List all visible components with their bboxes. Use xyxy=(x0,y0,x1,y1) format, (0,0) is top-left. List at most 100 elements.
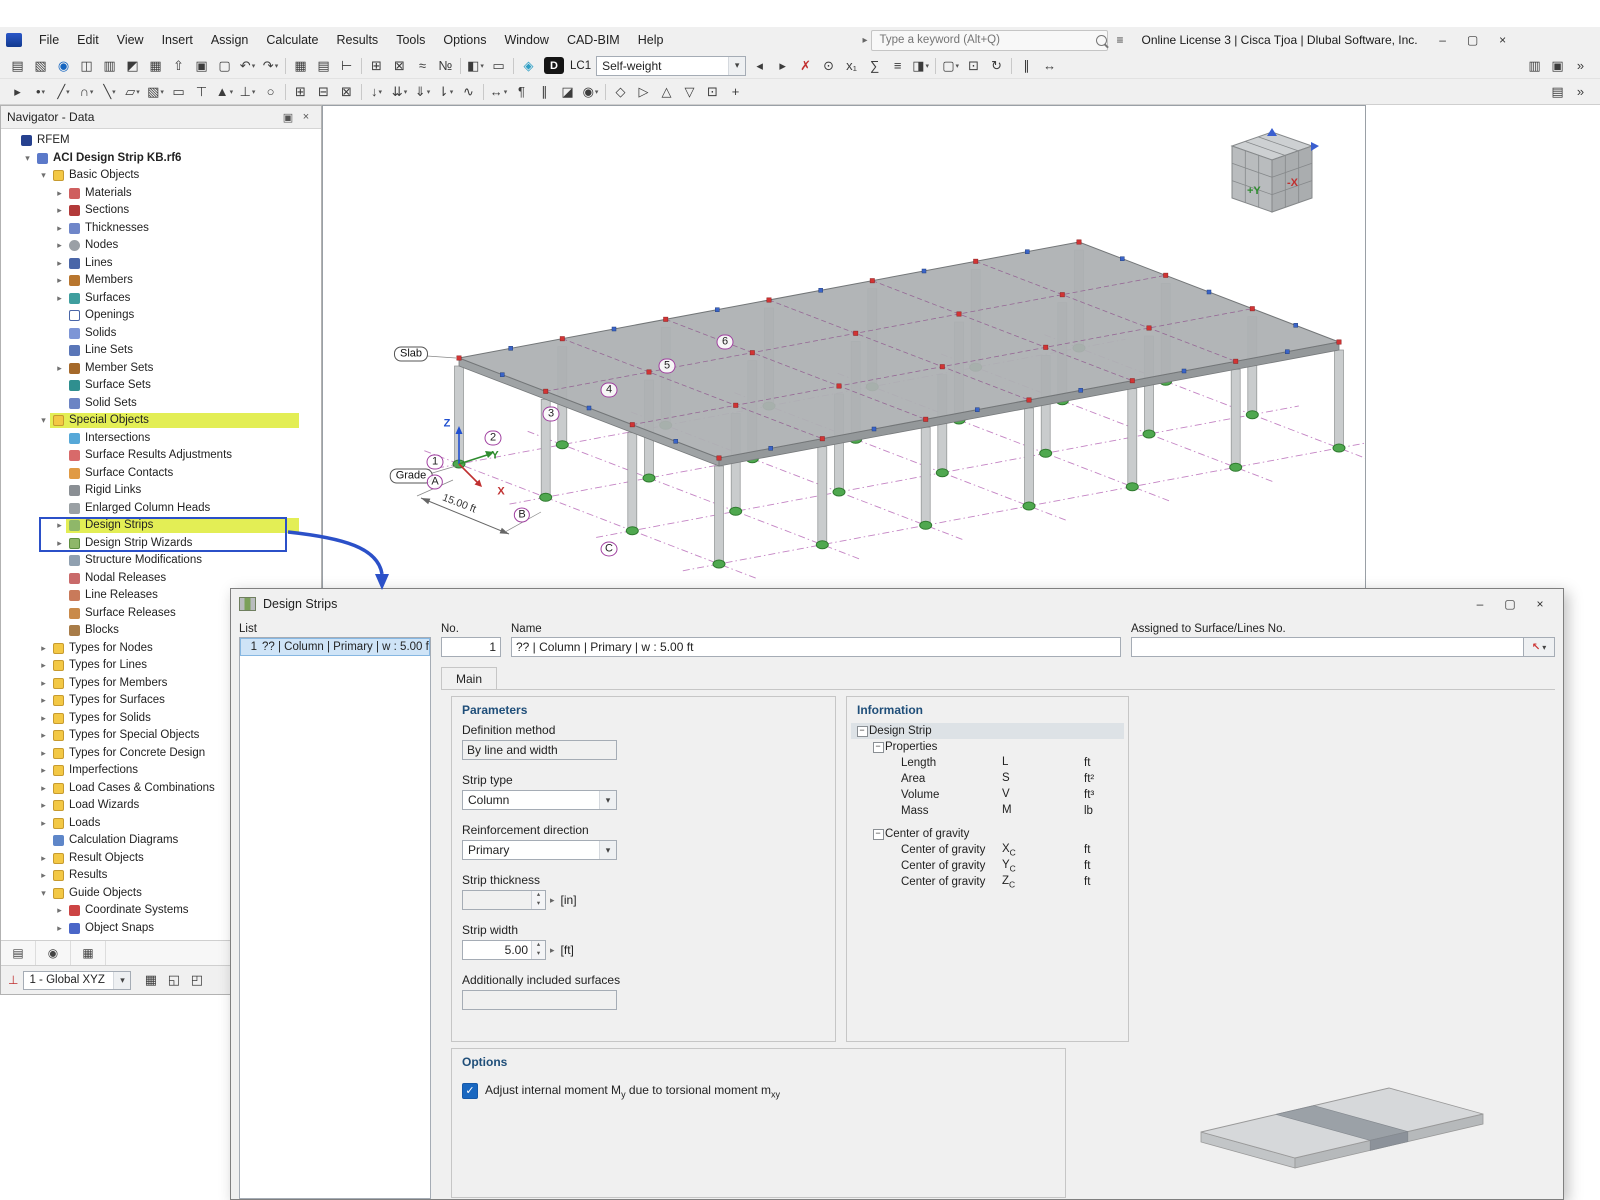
tree-item[interactable]: Surface Sets xyxy=(1,377,321,395)
expander-icon[interactable] xyxy=(37,412,50,430)
strip-type-select[interactable]: Column ▾ xyxy=(462,790,617,810)
select-pointer-icon[interactable]: ▸ xyxy=(6,81,29,103)
tree-item[interactable]: Nodal Releases xyxy=(1,570,321,588)
expander-icon[interactable] xyxy=(37,797,50,815)
nodal-support-icon[interactable]: ▲ xyxy=(213,81,236,103)
expander-icon[interactable] xyxy=(37,710,50,728)
isometric-view-icon[interactable]: ◇ xyxy=(609,81,632,103)
tree-item[interactable]: Nodes xyxy=(1,237,321,255)
expander-icon[interactable] xyxy=(53,290,66,308)
axis-label-y[interactable]: Y xyxy=(491,450,498,463)
tree-item-design-strips[interactable]: Design Strips xyxy=(1,517,321,535)
expander-icon[interactable] xyxy=(37,640,50,658)
undo-icon[interactable]: ↶ xyxy=(236,55,259,77)
expander-icon[interactable] xyxy=(37,867,50,885)
menu-item[interactable]: Options xyxy=(434,27,495,53)
search-options-icon[interactable]: ≡ xyxy=(1116,33,1123,47)
menu-item[interactable]: Insert xyxy=(153,27,202,53)
cube-rotate-icon[interactable] xyxy=(1267,128,1277,136)
grid-label-5[interactable]: 5 xyxy=(659,359,676,374)
dlubal-center-icon[interactable]: ◉ xyxy=(52,55,75,77)
list-item[interactable]: 1 ?? | Column | Primary | w : 5.00 ft xyxy=(240,638,430,656)
menu-item[interactable]: View xyxy=(108,27,153,53)
strip-width-stepper[interactable]: 5.00 xyxy=(462,940,546,960)
expander-icon[interactable] xyxy=(53,920,66,938)
numbering-icon[interactable]: x₁ xyxy=(840,55,863,77)
dimensions-icon[interactable]: ↔ xyxy=(1038,55,1061,77)
navigator-titlebar[interactable]: Navigator - Data ▣ × xyxy=(1,106,321,129)
expander-icon[interactable] xyxy=(37,167,50,185)
mesh-icon[interactable]: ⊞ xyxy=(289,81,312,103)
overflow-icon[interactable]: » xyxy=(1569,55,1592,77)
expander-icon[interactable] xyxy=(37,850,50,868)
renumber-icon[interactable]: № xyxy=(434,55,457,77)
navigation-cube[interactable]: +Y -X xyxy=(1207,124,1337,234)
collapse-icon[interactable] xyxy=(871,742,885,753)
design-strip-list[interactable]: 1 ?? | Column | Primary | w : 5.00 ft xyxy=(239,637,431,1199)
collapse-icon[interactable] xyxy=(871,829,885,840)
minimize-button[interactable]: – xyxy=(1428,28,1458,53)
expander-icon[interactable] xyxy=(53,272,66,290)
grid-label-c[interactable]: C xyxy=(601,542,618,557)
expander-icon[interactable] xyxy=(53,535,66,553)
tree-item[interactable]: Intersections xyxy=(1,430,321,448)
copy-icon[interactable]: ▣ xyxy=(190,55,213,77)
search-input[interactable] xyxy=(872,34,1090,46)
overflow-icon[interactable]: » xyxy=(1569,81,1592,103)
nodal-load-icon[interactable]: ↓ xyxy=(365,81,388,103)
tree-item[interactable]: Sections xyxy=(1,202,321,220)
expander-icon[interactable] xyxy=(37,675,50,693)
free-load-icon[interactable]: ⇂ xyxy=(434,81,457,103)
tree-item[interactable]: Enlarged Column Heads xyxy=(1,500,321,518)
column-head-icon[interactable]: ⊤ xyxy=(190,81,213,103)
member-icon[interactable]: ╲ xyxy=(98,81,121,103)
expander-icon[interactable] xyxy=(53,902,66,920)
tree-item-special-objects[interactable]: Special Objects xyxy=(1,412,321,430)
expander-icon[interactable] xyxy=(21,150,34,168)
tab-main[interactable]: Main xyxy=(441,667,497,690)
select-special-icon[interactable]: ▢ xyxy=(939,55,962,77)
reinforcement-direction-select[interactable]: Primary ▾ xyxy=(462,840,617,860)
load-transform-icon[interactable]: ⊙ xyxy=(817,55,840,77)
grid-icon[interactable]: ⊞ xyxy=(365,55,388,77)
view-in-x-icon[interactable]: ▷ xyxy=(632,81,655,103)
tree-item[interactable]: RFEM xyxy=(1,132,321,150)
section-cut-icon[interactable]: ∥ xyxy=(533,81,556,103)
tree-item[interactable]: Surface Results Adjustments xyxy=(1,447,321,465)
included-surfaces-field[interactable] xyxy=(462,990,617,1010)
expander-icon[interactable] xyxy=(37,815,50,833)
previous-load-case-icon[interactable]: ◂ xyxy=(748,55,771,77)
expander-icon[interactable] xyxy=(53,517,66,535)
expander-icon[interactable] xyxy=(53,220,66,238)
grid-settings-icon[interactable]: ▦ xyxy=(139,969,162,991)
tree-item[interactable]: Rigid Links xyxy=(1,482,321,500)
cube-rotate-icon[interactable] xyxy=(1311,142,1319,151)
render-mode-icon[interactable]: ◨ xyxy=(909,55,932,77)
tree-item-model-file[interactable]: ACI Design Strip KB.rf6 xyxy=(1,150,321,168)
navigator-pin-icon[interactable]: ▣ xyxy=(279,111,297,124)
tree-item[interactable]: Materials xyxy=(1,185,321,203)
name-field[interactable] xyxy=(511,637,1121,657)
dropdown-icon[interactable]: ▾ xyxy=(113,972,130,989)
comment-icon[interactable]: ¶ xyxy=(510,81,533,103)
expander-icon[interactable] xyxy=(37,780,50,798)
restore-button[interactable]: ▢ xyxy=(1458,28,1488,53)
tree-item[interactable]: Structure Modifications xyxy=(1,552,321,570)
print-icon[interactable]: ▦ xyxy=(144,55,167,77)
expander-icon[interactable] xyxy=(37,727,50,745)
tree-item[interactable]: Member Sets xyxy=(1,360,321,378)
view-center-icon[interactable]: ⊡ xyxy=(962,55,985,77)
axis-label-z[interactable]: Z xyxy=(444,418,451,431)
mesh-refinement-icon[interactable]: ⊟ xyxy=(312,81,335,103)
axis-label-x[interactable]: X xyxy=(497,486,504,499)
tree-item[interactable]: Thicknesses xyxy=(1,220,321,238)
expander-icon[interactable] xyxy=(53,360,66,378)
expander-icon[interactable] xyxy=(53,255,66,273)
extreme-values-icon[interactable]: ∑ xyxy=(863,55,886,77)
dialog-maximize-button[interactable]: ▢ xyxy=(1495,592,1525,617)
window-layout-icon[interactable]: ▭ xyxy=(487,55,510,77)
spin-up-icon[interactable] xyxy=(532,941,545,950)
cube-face-label-y[interactable]: +Y xyxy=(1247,185,1261,197)
adjust-moment-checkbox[interactable] xyxy=(462,1083,478,1099)
view-in-y-icon[interactable]: △ xyxy=(655,81,678,103)
